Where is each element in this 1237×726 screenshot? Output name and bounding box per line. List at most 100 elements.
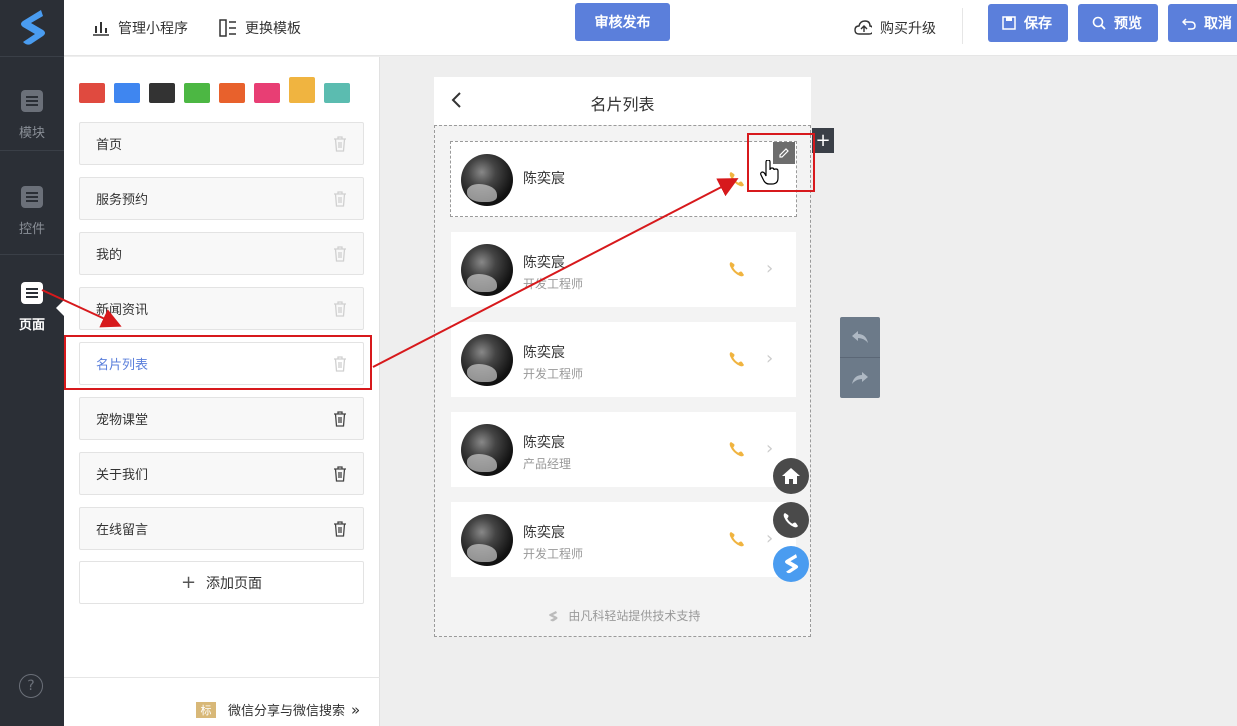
business-card[interactable]: 陈奕宸 开发工程师 › — [451, 232, 796, 307]
trash-icon[interactable] — [333, 301, 347, 317]
phone-call-icon[interactable] — [728, 260, 746, 278]
brand-fab[interactable] — [773, 546, 809, 582]
upgrade-link[interactable]: 购买升级 — [854, 14, 936, 42]
phone-call-icon[interactable] — [728, 350, 746, 368]
template-label: 更换模板 — [245, 21, 301, 37]
plus-icon: + — [180, 572, 197, 593]
add-page-label: 添加页面 — [206, 575, 263, 592]
rail-divider — [0, 150, 64, 151]
help-button[interactable]: ? — [19, 674, 43, 698]
bar-chart-icon — [92, 19, 110, 37]
rail-item-module[interactable]: 模块 — [0, 70, 64, 160]
color-swatch-black[interactable] — [149, 83, 175, 103]
home-fab[interactable] — [773, 458, 809, 494]
card-name: 陈奕宸 — [523, 171, 565, 187]
chevron-right-icon: › — [766, 528, 774, 549]
undo-arrow-icon — [852, 331, 868, 343]
page-item-label: 新闻资讯 — [96, 303, 149, 318]
page-item-mine[interactable]: 我的 — [79, 232, 364, 275]
topbar-divider — [962, 8, 963, 44]
business-card[interactable]: 陈奕宸 — [450, 141, 797, 217]
add-page-button[interactable]: + 添加页面 — [79, 561, 364, 604]
page-list-panel: 首页 服务预约 我的 新闻资讯 名片列表 宠物课堂 关于我们 在线留言 + 添加… — [64, 57, 380, 726]
rail-item-label: 模块 — [18, 125, 45, 141]
manage-label: 管理小程序 — [118, 21, 188, 37]
rail-item-widget[interactable]: 控件 — [0, 166, 64, 256]
card-role: 开发工程师 — [523, 367, 584, 381]
color-swatch-yellow[interactable] — [289, 77, 315, 103]
wechat-share-link[interactable]: 标 微信分享与微信搜索 » — [196, 700, 360, 719]
publish-button[interactable]: 审核发布 — [575, 3, 670, 41]
brand-logo-icon — [784, 554, 799, 574]
plus-icon: + — [815, 130, 831, 151]
phone-call-icon[interactable] — [728, 530, 746, 548]
trash-icon[interactable] — [333, 246, 347, 262]
panel-footer: 标 微信分享与微信搜索 » — [64, 677, 380, 726]
call-fab[interactable] — [773, 502, 809, 538]
page-icon — [21, 281, 43, 304]
page-item-about[interactable]: 关于我们 — [79, 452, 364, 495]
color-swatch-red[interactable] — [79, 83, 105, 103]
avatar — [461, 334, 513, 386]
card-name: 陈奕宸 — [523, 345, 565, 361]
phone-call-icon[interactable] — [728, 440, 746, 458]
trash-icon[interactable] — [333, 466, 347, 482]
module-icon — [21, 89, 43, 112]
cloud-upload-icon — [854, 19, 872, 37]
business-card[interactable]: 陈奕宸 开发工程师 › — [451, 322, 796, 397]
page-item-news[interactable]: 新闻资讯 — [79, 287, 364, 330]
save-label: 保存 — [1024, 16, 1052, 32]
page-item-pet-class[interactable]: 宠物课堂 — [79, 397, 364, 440]
page-item-home[interactable]: 首页 — [79, 122, 364, 165]
color-swatch-blue[interactable] — [114, 83, 140, 103]
rail-divider — [0, 56, 64, 57]
business-card[interactable]: 陈奕宸 产品经理 › — [451, 412, 796, 487]
card-role: 产品经理 — [523, 457, 572, 471]
add-module-button[interactable]: + — [812, 128, 834, 153]
card-list-module[interactable]: 陈奕宸 陈奕宸 开发工程师 › 陈奕宸 开发工程师 › 陈奕宸 产品经理 › 陈… — [434, 125, 811, 637]
business-card[interactable]: 陈奕宸 开发工程师 › — [451, 502, 796, 577]
redo-button[interactable] — [840, 358, 880, 398]
avatar — [461, 514, 513, 566]
color-swatch-pink[interactable] — [254, 83, 280, 103]
chevron-right-icon: › — [766, 258, 774, 279]
card-name: 陈奕宸 — [523, 255, 565, 271]
preview-label: 预览 — [1114, 16, 1142, 32]
color-swatch-green[interactable] — [184, 83, 210, 103]
undo-icon — [1182, 16, 1196, 30]
save-button[interactable]: 保存 — [988, 4, 1068, 42]
trash-icon[interactable] — [333, 521, 347, 537]
rail-item-page[interactable]: 页面 — [0, 262, 64, 352]
change-template-link[interactable]: 更换模板 — [219, 14, 301, 42]
page-item-label: 首页 — [96, 138, 123, 153]
save-icon — [1002, 16, 1016, 30]
page-item-booking[interactable]: 服务预约 — [79, 177, 364, 220]
trash-icon[interactable] — [333, 136, 347, 152]
search-icon — [1092, 16, 1106, 30]
rail-divider — [0, 254, 64, 255]
page-item-message[interactable]: 在线留言 — [79, 507, 364, 550]
undo-redo-panel — [840, 317, 880, 398]
avatar — [461, 424, 513, 476]
card-role: 开发工程师 — [523, 277, 584, 291]
cancel-button[interactable]: 取消 — [1168, 4, 1237, 42]
card-role: 开发工程师 — [523, 547, 584, 561]
color-swatch-orange[interactable] — [219, 83, 245, 103]
chevron-right-icon: › — [766, 348, 774, 369]
top-bar: 管理小程序 更换模板 审核发布 购买升级 保存 预览 取消 — [64, 0, 1237, 56]
home-icon — [782, 468, 800, 484]
wechat-share-label: 微信分享与微信搜索 — [228, 704, 346, 719]
page-item-label: 我的 — [96, 248, 123, 263]
phone-call-icon[interactable] — [728, 170, 746, 188]
trash-icon[interactable] — [333, 411, 347, 427]
phone-page-title: 名片列表 — [590, 95, 655, 114]
app-logo[interactable] — [0, 0, 64, 56]
undo-button[interactable] — [840, 317, 880, 357]
preview-button[interactable]: 预览 — [1078, 4, 1158, 42]
manage-miniprogram-link[interactable]: 管理小程序 — [92, 14, 188, 42]
color-swatch-teal[interactable] — [324, 83, 350, 103]
page-item-label: 服务预约 — [96, 193, 149, 208]
trash-icon[interactable] — [333, 191, 347, 207]
template-icon — [219, 19, 237, 37]
page-item-label: 在线留言 — [96, 523, 149, 538]
